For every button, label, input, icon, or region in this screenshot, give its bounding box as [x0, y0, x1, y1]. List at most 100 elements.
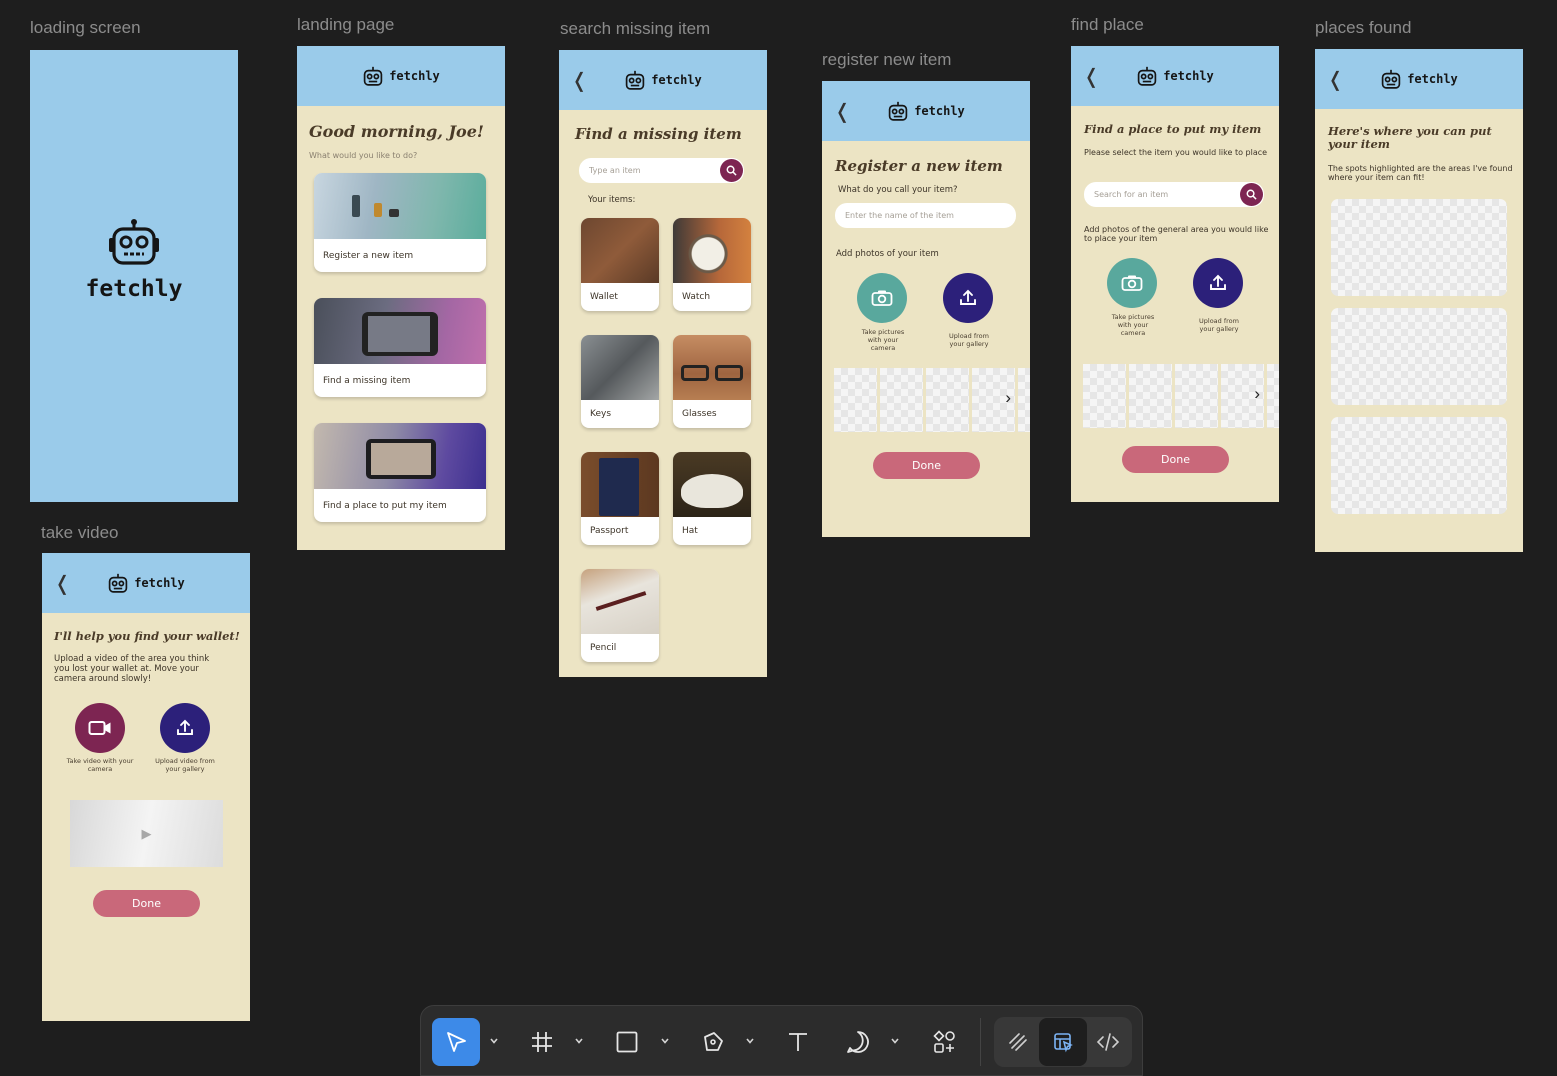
photo-slot[interactable]: ›: [1221, 364, 1264, 428]
dev-mode-button[interactable]: [1084, 1018, 1132, 1066]
upload-icon[interactable]: [943, 273, 993, 323]
frame-label-takevideo[interactable]: take video: [41, 523, 119, 543]
search-missing-frame[interactable]: ❬ fetchly Find a missing item Type an it…: [559, 50, 767, 677]
photo-slot[interactable]: [926, 368, 969, 432]
item-card[interactable]: Passport: [581, 452, 659, 545]
item-label: Passport: [590, 526, 629, 536]
find-place-card[interactable]: Find a place to put my item: [314, 423, 486, 522]
camera-icon[interactable]: [857, 273, 907, 323]
find-place-frame[interactable]: ❬ fetchly Find a place to put my item Pl…: [1071, 46, 1279, 502]
upload-caption: Upload from your gallery: [949, 332, 989, 348]
photo-slot[interactable]: [880, 368, 923, 432]
photo-slot[interactable]: [1083, 364, 1126, 428]
chevron-left-icon[interactable]: ❬: [54, 571, 71, 595]
take-pictures-button[interactable]: Take pictures with your camera: [857, 273, 909, 352]
app-logo: fetchly: [1380, 69, 1458, 90]
done-button[interactable]: Done: [873, 452, 980, 479]
play-icon[interactable]: ▶: [142, 826, 152, 842]
search-icon[interactable]: [1240, 183, 1263, 206]
chevron-down-icon[interactable]: [745, 1036, 755, 1046]
text-tool-button[interactable]: [774, 1018, 822, 1066]
draw-mode-button[interactable]: [994, 1018, 1042, 1066]
take-pictures-button[interactable]: Take pictures with your camera: [1107, 258, 1159, 337]
item-card[interactable]: Watch: [673, 218, 751, 311]
frame-label-search[interactable]: search missing item: [560, 19, 710, 39]
pen-tool-button[interactable]: [689, 1018, 737, 1066]
done-button[interactable]: Done: [93, 890, 200, 917]
photo-strip[interactable]: ›: [834, 368, 1030, 432]
result-image[interactable]: [1331, 199, 1507, 296]
rectangle-tool-button[interactable]: [603, 1018, 651, 1066]
result-image[interactable]: [1331, 308, 1507, 405]
search-placeholder: Type an item: [589, 166, 641, 175]
name-question: What do you call your item?: [838, 185, 958, 195]
splash-logo: fetchly: [30, 218, 238, 302]
components-tool-button[interactable]: [920, 1018, 968, 1066]
register-item-card[interactable]: Register a new item: [314, 173, 486, 272]
photo-strip[interactable]: ›: [1083, 364, 1279, 428]
frame-label-placesfound[interactable]: places found: [1315, 18, 1411, 38]
design-mode-button[interactable]: [1039, 1018, 1087, 1066]
pen-icon: [704, 1032, 723, 1051]
chevron-right-icon[interactable]: ›: [1005, 388, 1011, 408]
photos-label: Add photos of the general area you would…: [1084, 225, 1269, 243]
toolbar-divider: [980, 1018, 981, 1066]
item-card[interactable]: Keys: [581, 335, 659, 428]
item-card[interactable]: Hat: [673, 452, 751, 545]
app-header: ❬ fetchly: [1071, 46, 1279, 106]
upload-button[interactable]: Upload from your gallery: [1193, 258, 1245, 333]
chevron-down-icon[interactable]: [660, 1036, 670, 1046]
chevron-left-icon[interactable]: ❬: [834, 99, 851, 123]
search-input[interactable]: Search for an item: [1084, 182, 1264, 207]
places-found-frame[interactable]: ❬ fetchly Here's where you can put your …: [1315, 49, 1523, 552]
photo-slot[interactable]: [1018, 368, 1030, 432]
chevron-right-icon[interactable]: ›: [1254, 384, 1260, 404]
frame-label-loading[interactable]: loading screen: [30, 18, 141, 38]
chevron-down-icon[interactable]: [890, 1036, 900, 1046]
upload-icon[interactable]: [160, 703, 210, 753]
video-preview[interactable]: ▶: [70, 800, 223, 867]
register-item-frame[interactable]: ❬ fetchly Register a new item What do yo…: [822, 81, 1030, 537]
mode-switcher: [994, 1017, 1132, 1067]
take-video-button[interactable]: Take video with your camera: [66, 703, 134, 773]
done-button[interactable]: Done: [1122, 446, 1229, 473]
chevron-left-icon[interactable]: ❬: [1327, 67, 1344, 91]
item-card[interactable]: Wallet: [581, 218, 659, 311]
chevron-left-icon[interactable]: ❬: [1083, 64, 1100, 88]
photo-slot[interactable]: ›: [972, 368, 1015, 432]
upload-button[interactable]: Upload from your gallery: [943, 273, 995, 348]
item-label: Pencil: [590, 643, 617, 653]
frame-label-findplace[interactable]: find place: [1071, 15, 1144, 35]
take-video-frame[interactable]: ❬ fetchly I'll help you find your wallet…: [42, 553, 250, 1021]
search-input[interactable]: Type an item: [579, 158, 744, 183]
chevron-left-icon[interactable]: ❬: [571, 68, 588, 92]
find-missing-card[interactable]: Find a missing item: [314, 298, 486, 397]
card-label: Find a missing item: [323, 375, 411, 386]
comment-tool-button[interactable]: [834, 1018, 882, 1066]
frame-label-register[interactable]: register new item: [822, 50, 951, 70]
search-icon[interactable]: [720, 159, 743, 182]
loading-screen-frame[interactable]: fetchly: [30, 50, 238, 502]
move-tool-button[interactable]: [432, 1018, 480, 1066]
result-image[interactable]: [1331, 417, 1507, 514]
frame-tool-button[interactable]: [518, 1018, 566, 1066]
photo-slot[interactable]: [834, 368, 877, 432]
camera-icon[interactable]: [1107, 258, 1157, 308]
camera-caption: Take video with your camera: [66, 757, 134, 773]
chevron-down-icon[interactable]: [574, 1036, 584, 1046]
item-card[interactable]: Glasses: [673, 335, 751, 428]
upload-icon[interactable]: [1193, 258, 1243, 308]
photo-slot[interactable]: [1129, 364, 1172, 428]
video-camera-icon[interactable]: [75, 703, 125, 753]
photo-slot[interactable]: [1175, 364, 1218, 428]
item-card[interactable]: Pencil: [581, 569, 659, 662]
wallet-photo: [581, 218, 659, 283]
landing-page-frame[interactable]: fetchly Good morning, Joe! What would yo…: [297, 46, 505, 550]
page-title: Here's where you can put your item: [1328, 124, 1492, 151]
chevron-down-icon[interactable]: [489, 1036, 499, 1046]
upload-video-button[interactable]: Upload video from your gallery: [151, 703, 219, 773]
passport-photo: [581, 452, 659, 517]
photo-slot[interactable]: [1267, 364, 1279, 428]
item-name-field[interactable]: Enter the name of the item: [835, 203, 1016, 228]
frame-label-landing[interactable]: landing page: [297, 15, 394, 35]
